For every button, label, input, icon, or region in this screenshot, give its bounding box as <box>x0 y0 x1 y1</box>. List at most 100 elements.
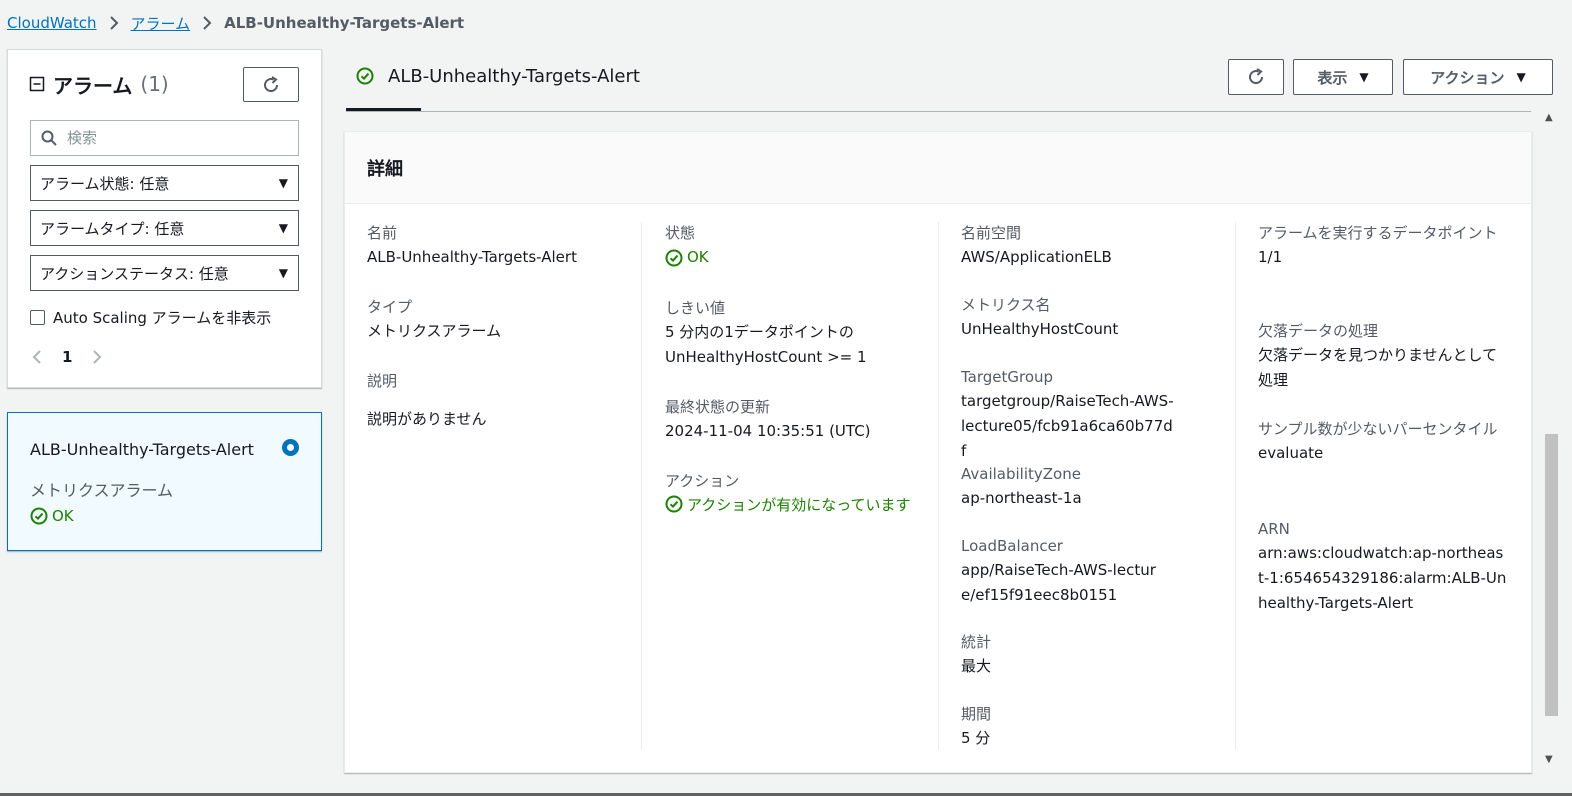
actions-dropdown-button[interactable]: アクション ▼ <box>1403 59 1553 95</box>
caret-down-icon: ▼ <box>1516 70 1526 84</box>
field-missing-data: 欠落データの処理 欠落データを見つかりませんとして処理 <box>1258 319 1503 393</box>
field-availability-zone-label: AvailabilityZone <box>961 465 1081 483</box>
field-percentile-value: evaluate <box>1258 444 1324 462</box>
alarm-detail-title: ALB-Unhealthy-Targets-Alert <box>388 65 640 87</box>
field-target-group-value: targetgroup/RaiseTech-AWS-lecture05/fcb9… <box>961 392 1174 460</box>
column-divider <box>641 222 642 750</box>
view-dropdown-button[interactable]: 表示 ▼ <box>1293 59 1393 95</box>
status-ok-icon <box>665 249 683 267</box>
actions-dropdown-label: アクション <box>1430 68 1505 87</box>
scroll-up-icon[interactable]: ▲ <box>1545 112 1553 123</box>
alarm-type-filter[interactable]: アラームタイプ: 任意 ▼ <box>30 210 299 246</box>
field-actions-text: アクションが有効になっています <box>687 496 911 514</box>
field-load-balancer-value: app/RaiseTech-AWS-lecture/ef15f91eec8b01… <box>961 561 1156 604</box>
field-threshold-label: しきい値 <box>665 299 726 317</box>
field-state-text: OK <box>687 248 709 266</box>
field-namespace: 名前空間 AWS/ApplicationELB <box>961 221 1211 270</box>
field-state-label: 状態 <box>665 224 696 242</box>
caret-down-icon: ▼ <box>278 266 288 280</box>
field-target-group: TargetGroup targetgroup/RaiseTech-AWS-le… <box>961 365 1176 464</box>
field-missing-data-value: 欠落データを見つかりませんとして処理 <box>1258 346 1498 389</box>
field-availability-zone: AvailabilityZone ap-northeast-1a <box>961 462 1211 511</box>
field-percentile-label: サンプル数が少ないパーセンタイル <box>1258 420 1498 438</box>
alarm-list-title-text: アラーム <box>53 73 133 98</box>
field-last-update-label: 最終状態の更新 <box>665 398 771 416</box>
field-threshold: しきい値 5 分内の1データポイントの UnHealthyHostCount >… <box>665 296 880 370</box>
details-container: 詳細 名前 ALB-Unhealthy-Targets-Alert タイプ メト… <box>344 131 1532 773</box>
view-dropdown-label: 表示 <box>1317 68 1348 87</box>
field-actions-value: アクションが有効になっています <box>665 493 915 517</box>
field-statistic-value: 最大 <box>961 657 992 675</box>
field-state: 状態 OK <box>665 221 915 270</box>
action-status-filter[interactable]: アクションステータス: 任意 ▼ <box>30 255 299 291</box>
alarm-list-title: アラーム (1) <box>29 70 169 98</box>
page-scrollbar[interactable]: ▲ ▼ <box>1541 109 1560 772</box>
field-missing-data-label: 欠落データの処理 <box>1258 322 1379 340</box>
alarm-count: (1) <box>140 72 169 96</box>
chevron-right-icon <box>190 16 224 30</box>
hide-autoscaling-label: Auto Scaling アラームを非表示 <box>53 308 272 327</box>
breadcrumb-alarms-link[interactable]: アラーム <box>131 13 191 34</box>
breadcrumb-cloudwatch-link[interactable]: CloudWatch <box>7 14 97 32</box>
caret-down-icon: ▼ <box>278 176 288 190</box>
field-period-value: 5 分 <box>961 729 991 747</box>
status-ok-icon <box>665 495 683 513</box>
alarm-search[interactable] <box>30 120 299 156</box>
field-last-update: 最終状態の更新 2024-11-04 10:35:51 (UTC) <box>665 395 915 444</box>
action-status-filter-label: アクションステータス: 任意 <box>40 264 229 283</box>
current-page[interactable]: 1 <box>62 348 72 366</box>
refresh-icon <box>261 75 281 95</box>
list-refresh-button[interactable] <box>243 67 299 102</box>
field-availability-zone-value: ap-northeast-1a <box>961 489 1082 507</box>
field-metric-name: メトリクス名 UnHealthyHostCount <box>961 293 1211 342</box>
search-input[interactable] <box>67 129 267 147</box>
status-ok-icon <box>30 507 48 525</box>
search-icon <box>41 130 57 146</box>
field-datapoints: アラームを実行するデータポイント 1/1 <box>1258 221 1503 270</box>
field-actions: アクション アクションが有効になっています <box>665 469 915 517</box>
field-datapoints-label: アラームを実行するデータポイント <box>1258 224 1498 242</box>
breadcrumb-current: ALB-Unhealthy-Targets-Alert <box>224 14 465 32</box>
field-load-balancer: LoadBalancer app/RaiseTech-AWS-lecture/e… <box>961 534 1161 608</box>
alarm-detail-tab[interactable]: ALB-Unhealthy-Targets-Alert <box>356 62 640 90</box>
field-name-label: 名前 <box>367 224 398 242</box>
field-metric-name-value: UnHealthyHostCount <box>961 320 1119 338</box>
field-percentile: サンプル数が少ないパーセンタイル evaluate <box>1258 417 1503 466</box>
alarm-card-type: メトリクスアラーム <box>30 481 174 500</box>
field-period: 期間 5 分 <box>961 702 1211 751</box>
field-target-group-label: TargetGroup <box>961 368 1054 386</box>
tab-divider <box>346 111 1531 112</box>
field-namespace-label: 名前空間 <box>961 224 1022 242</box>
status-ok-icon <box>356 67 374 85</box>
caret-down-icon: ▼ <box>1359 70 1369 84</box>
alarm-card-state: OK <box>30 507 74 525</box>
field-description: 説明 説明がありません <box>367 369 617 432</box>
field-last-update-value: 2024-11-04 10:35:51 (UTC) <box>665 422 871 440</box>
alarm-card[interactable]: ALB-Unhealthy-Targets-Alert メトリクスアラーム OK <box>7 412 322 551</box>
column-divider <box>1235 222 1236 750</box>
field-statistic: 統計 最大 <box>961 630 1211 679</box>
field-period-label: 期間 <box>961 705 992 723</box>
detail-refresh-button[interactable] <box>1228 59 1284 95</box>
field-description-value: 説明がありません <box>367 410 487 428</box>
scroll-down-icon[interactable]: ▼ <box>1545 754 1553 765</box>
scroll-thumb[interactable] <box>1545 434 1558 716</box>
hide-autoscaling-checkbox[interactable] <box>30 309 45 325</box>
alarm-type-filter-label: アラームタイプ: 任意 <box>40 219 185 238</box>
field-metric-name-label: メトリクス名 <box>961 296 1051 314</box>
hide-autoscaling-row[interactable]: Auto Scaling アラームを非表示 <box>30 306 271 328</box>
field-datapoints-value: 1/1 <box>1258 248 1283 266</box>
field-name-value: ALB-Unhealthy-Targets-Alert <box>367 248 577 266</box>
field-type-label: タイプ <box>367 298 413 316</box>
chevron-left-icon[interactable] <box>32 349 42 365</box>
field-type: タイプ メトリクスアラーム <box>367 295 617 344</box>
alarm-card-radio[interactable] <box>282 439 299 456</box>
collapse-icon[interactable] <box>29 76 45 92</box>
refresh-icon <box>1246 67 1266 87</box>
chevron-right-icon[interactable] <box>92 349 102 365</box>
field-name: 名前 ALB-Unhealthy-Targets-Alert <box>367 221 617 270</box>
field-threshold-value: 5 分内の1データポイントの UnHealthyHostCount >= 1 <box>665 323 867 366</box>
alarm-state-filter[interactable]: アラーム状態: 任意 ▼ <box>30 165 299 201</box>
field-load-balancer-label: LoadBalancer <box>961 537 1063 555</box>
alarm-card-name: ALB-Unhealthy-Targets-Alert <box>30 440 254 459</box>
